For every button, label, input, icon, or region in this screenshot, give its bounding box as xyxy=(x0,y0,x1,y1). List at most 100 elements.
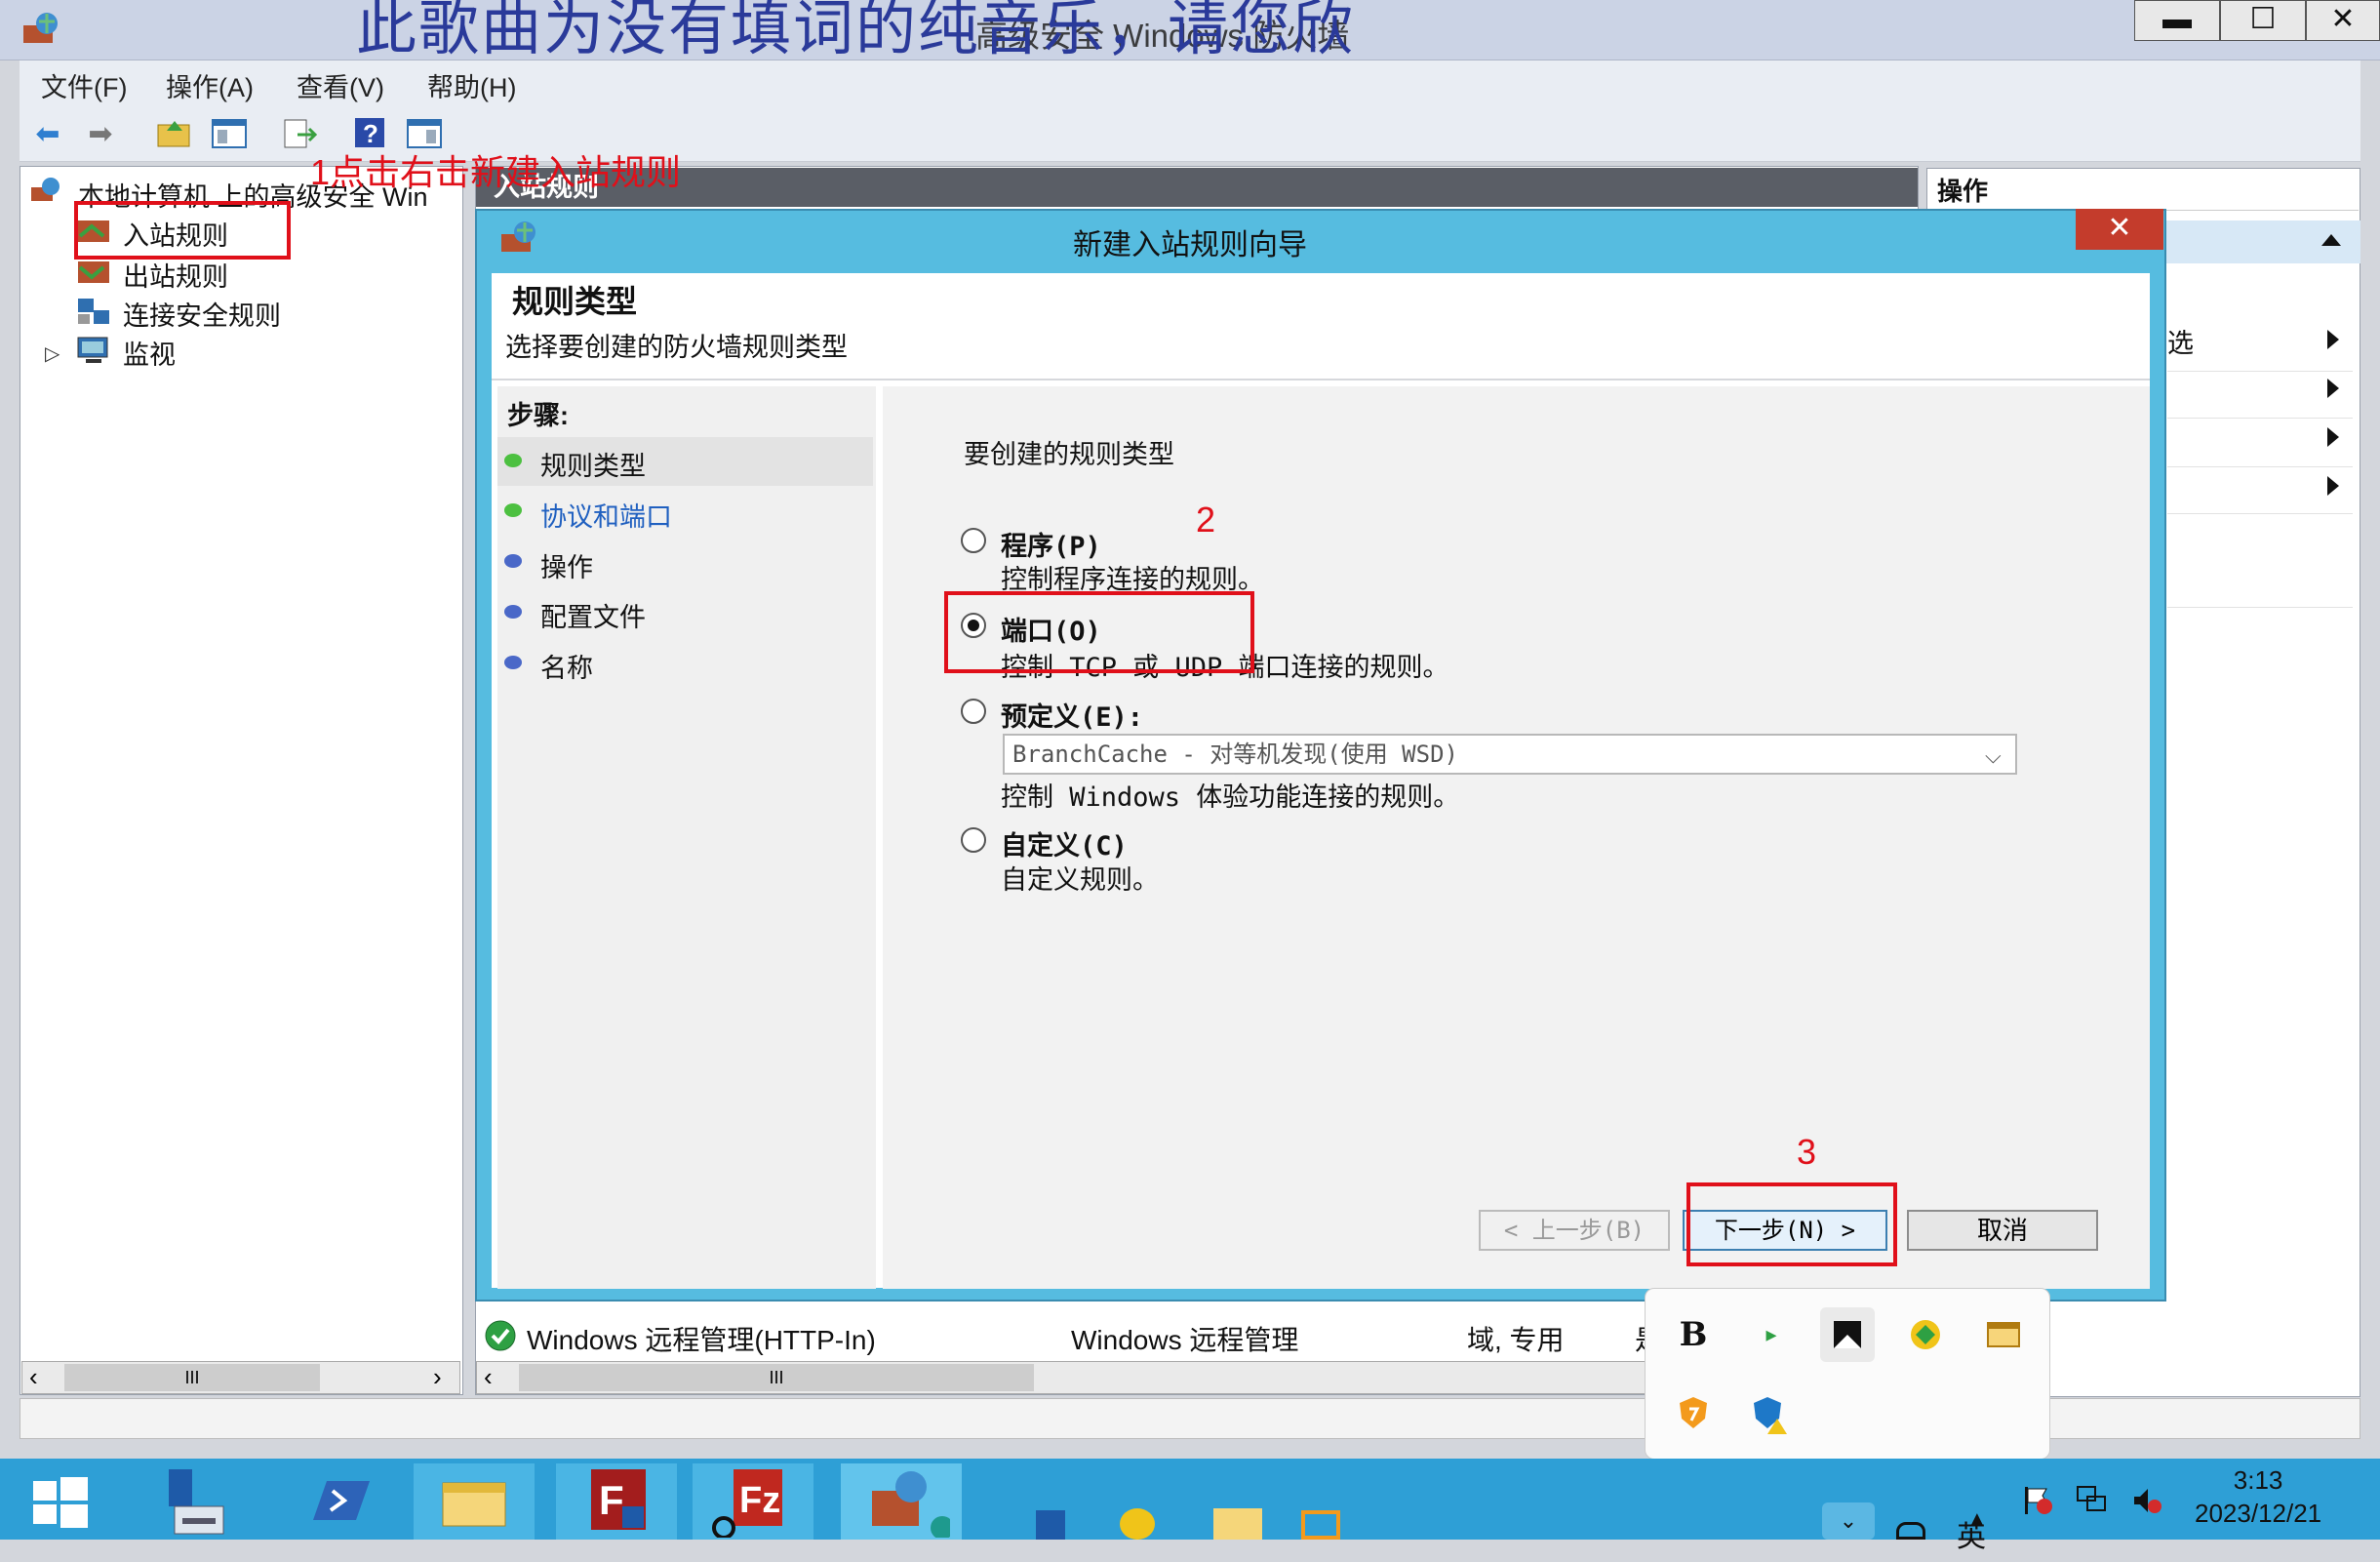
scroll-right-icon[interactable]: › xyxy=(433,1362,442,1392)
annotation-step2-text: 2 xyxy=(1196,500,1216,540)
rule-profile-cell: 域, 专用 xyxy=(1467,1325,1565,1355)
start-button-windows-icon[interactable] xyxy=(0,1463,121,1540)
svg-text:Fz: Fz xyxy=(739,1480,780,1521)
forward-arrow-icon[interactable]: ➡ xyxy=(80,115,121,154)
wizard-subheading: 选择要创建的防火墙规则类型 xyxy=(505,333,848,362)
close-button[interactable]: ✕ xyxy=(2306,0,2380,41)
clock-time: 3:13 xyxy=(2233,1465,2283,1495)
rule-enabled-check-icon xyxy=(484,1319,517,1352)
taskbar-clock[interactable]: 3:13 2023/12/21 xyxy=(2195,1463,2321,1530)
sync-tray-icon[interactable] xyxy=(1898,1307,1953,1362)
typora-tray-icon[interactable]: B xyxy=(1666,1307,1721,1362)
radio-program[interactable] xyxy=(961,528,986,553)
back-button[interactable]: < 上一步(B) xyxy=(1479,1210,1670,1251)
actions-item-filter-partial[interactable]: 选 xyxy=(2167,322,2194,360)
maximize-button[interactable]: ☐ xyxy=(2220,0,2306,41)
wizard-heading: 规则类型 xyxy=(512,284,638,319)
action-divider xyxy=(2167,513,2353,514)
annotation-step3-text: 3 xyxy=(1797,1132,1817,1172)
store-icon[interactable] xyxy=(1036,1510,1065,1540)
action-divider xyxy=(2167,607,2353,608)
up-folder-icon[interactable] xyxy=(154,115,195,154)
scroll-thumb[interactable]: III xyxy=(64,1364,320,1391)
scroll-left-icon[interactable]: ‹ xyxy=(29,1362,38,1392)
step-dot-pending-icon xyxy=(504,605,522,619)
monitor-icon xyxy=(76,336,111,363)
radio-predefined[interactable] xyxy=(961,699,986,724)
menu-action[interactable]: 操作(A) xyxy=(166,66,254,104)
tree-item-monitor[interactable]: 监视 xyxy=(123,334,176,372)
submenu-arrow-icon[interactable] xyxy=(2327,330,2339,349)
file-explorer-icon[interactable] xyxy=(414,1463,535,1540)
action-divider xyxy=(2167,418,2353,419)
firewall-app-icon xyxy=(21,12,60,45)
wizard-title: 新建入站规则向导 xyxy=(1073,229,1307,261)
wizard-close-button[interactable]: ✕ xyxy=(2076,209,2163,250)
tree-item-outbound-rules[interactable]: 出站规则 xyxy=(123,256,228,294)
annotation-box-inbound-rules xyxy=(74,201,291,260)
rule-name-cell[interactable]: Windows 远程管理(HTTP-In) xyxy=(527,1319,876,1358)
menu-help[interactable]: 帮助(H) xyxy=(427,66,516,104)
network-icon[interactable] xyxy=(2076,1485,2109,1516)
submenu-arrow-icon[interactable] xyxy=(2327,476,2339,496)
step-dot-pending-icon xyxy=(504,554,522,568)
annotation-box-next-button xyxy=(1686,1182,1897,1266)
tree-item-connection-security[interactable]: 连接安全规则 xyxy=(123,295,281,333)
scroll-thumb[interactable]: III xyxy=(519,1364,1034,1391)
connection-security-icon xyxy=(76,297,111,324)
steps-label: 步骤: xyxy=(507,401,569,430)
bookmark-tray-icon[interactable] xyxy=(1820,1307,1875,1362)
flag-notification-icon[interactable] xyxy=(2021,1485,2054,1516)
step-profile: 配置文件 xyxy=(540,603,646,632)
server-manager-icon[interactable] xyxy=(131,1463,252,1540)
scroll-left-icon[interactable]: ‹ xyxy=(484,1362,493,1392)
action-divider xyxy=(2167,371,2353,372)
collapse-section-icon[interactable] xyxy=(2321,234,2341,246)
option-custom-label[interactable]: 自定义(C) xyxy=(1001,824,1128,862)
music-overlay-caption: 此歌曲为没有填词的纯音乐，请您欣 xyxy=(356,0,1356,62)
minimize-button[interactable]: ▬ xyxy=(2134,0,2220,41)
show-hide-tree-icon[interactable] xyxy=(209,115,250,154)
outbound-rules-icon xyxy=(76,258,111,285)
radio-custom[interactable] xyxy=(961,827,986,853)
menu-file[interactable]: 文件(F) xyxy=(41,66,127,104)
player-tray-icon[interactable]: ▸ xyxy=(1744,1307,1799,1362)
filezilla-client-icon[interactable]: Fz xyxy=(693,1463,813,1540)
notes-taskbar-icon[interactable] xyxy=(1213,1508,1262,1540)
step-action: 操作 xyxy=(540,553,593,582)
sync-taskbar-icon[interactable] xyxy=(1120,1508,1155,1540)
expand-monitor-chevron-icon[interactable]: ▷ xyxy=(45,341,60,366)
step-name: 名称 xyxy=(540,654,593,683)
window-taskbar-icon[interactable] xyxy=(1301,1510,1340,1540)
svg-text:F: F xyxy=(599,1477,624,1523)
step-dot-pending-icon xyxy=(504,656,522,669)
firewall-taskbar-icon[interactable] xyxy=(841,1463,962,1540)
tray-misc-icon[interactable] xyxy=(1896,1522,1925,1540)
volume-muted-icon[interactable] xyxy=(2130,1485,2163,1516)
submenu-arrow-icon[interactable] xyxy=(2327,427,2339,447)
filezilla-server-icon[interactable]: F xyxy=(556,1463,677,1540)
menu-view[interactable]: 查看(V) xyxy=(297,66,384,104)
wizard-firewall-icon xyxy=(499,220,538,254)
option-predefined-label[interactable]: 预定义(E): xyxy=(1001,696,1143,734)
predefined-select-value: BranchCache - 对等机发现(使用 WSD) xyxy=(1012,741,1458,768)
predefined-rule-select[interactable]: BranchCache - 对等机发现(使用 WSD) xyxy=(1003,734,2017,775)
show-hidden-icons-chevron-icon[interactable]: ⌄ xyxy=(1822,1502,1875,1540)
powershell-icon[interactable] xyxy=(279,1463,400,1540)
window-tray-icon[interactable] xyxy=(1976,1307,2031,1362)
action-divider xyxy=(2167,466,2353,467)
back-arrow-icon[interactable]: ⬅ xyxy=(27,115,68,154)
clock-date: 2023/12/21 xyxy=(2195,1499,2322,1528)
rule-group-cell: Windows 远程管理 xyxy=(1071,1325,1299,1355)
step-protocol-ports[interactable]: 协议和端口 xyxy=(540,496,672,534)
input-method-indicator[interactable]: 英 xyxy=(1957,1512,1986,1555)
chevron-down-icon[interactable]: ⌵ xyxy=(1985,743,2002,769)
security-shield-tray-icon[interactable] xyxy=(1666,1385,1721,1440)
defender-warning-tray-icon[interactable] xyxy=(1744,1385,1799,1440)
wizard-divider xyxy=(492,379,2150,380)
cancel-button[interactable]: 取消 xyxy=(1907,1210,2098,1251)
annotation-box-port-option xyxy=(944,591,1254,673)
step-dot-complete-icon xyxy=(504,503,522,517)
submenu-arrow-icon[interactable] xyxy=(2327,379,2339,398)
step-rule-type: 规则类型 xyxy=(540,452,646,481)
